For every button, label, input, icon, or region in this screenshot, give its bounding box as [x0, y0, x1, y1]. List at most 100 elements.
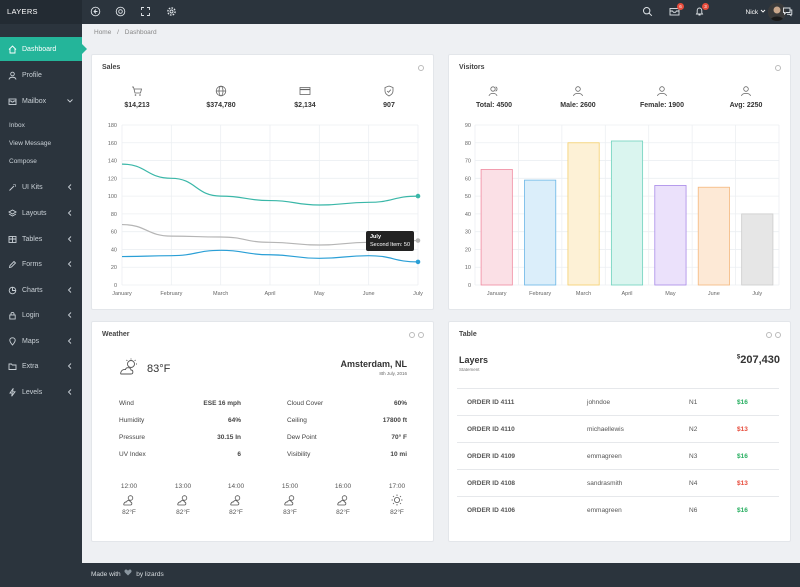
sidebar-item-login[interactable]: Login	[0, 303, 82, 327]
hour-time: 13:00	[174, 483, 192, 490]
y-tick-label: 100	[108, 194, 117, 200]
order-id: ORDER ID 4109	[467, 453, 516, 460]
chevron-left-icon	[66, 209, 74, 217]
y-tick-label: 40	[111, 247, 117, 253]
bar	[741, 213, 774, 286]
lifebuoy-icon[interactable]	[115, 6, 126, 17]
map-pin-icon	[8, 336, 17, 346]
fullscreen-icon[interactable]	[140, 6, 151, 17]
sidebar-item-extra[interactable]: Extra	[0, 354, 82, 378]
y-tick-label: 30	[465, 230, 471, 236]
collapse-icon[interactable]	[766, 332, 772, 338]
submenu-item-compose[interactable]: Compose	[0, 153, 82, 171]
sidebar-item-profile[interactable]: Profile	[0, 63, 82, 87]
hourly-forecast: 12:00 82°F	[114, 483, 144, 516]
submenu-item-inbox[interactable]: Inbox	[0, 117, 82, 135]
back-arrow-icon[interactable]	[90, 6, 101, 17]
sidebar-item-tables[interactable]: Tables	[0, 227, 82, 251]
y-tick-label: 180	[108, 123, 117, 129]
table-row[interactable]: ORDER ID 4110 michaellewis N2 $13	[457, 415, 779, 442]
table-row[interactable]: ORDER ID 4108 sandrasmith N4 $13	[457, 469, 779, 496]
gear-icon[interactable]	[166, 6, 177, 17]
table-row[interactable]: ORDER ID 4111 johndoe N1 $16	[457, 388, 779, 415]
y-tick-label: 80	[465, 141, 471, 147]
weather-detail-row: Pressure 30.15 In	[119, 434, 241, 441]
table-total: $207,430	[737, 354, 780, 366]
table-card: Table Layers Statement $207,430 ORDER ID…	[448, 321, 791, 542]
row-code: N1	[689, 399, 698, 406]
x-tick-label: July	[752, 291, 762, 297]
refresh-icon[interactable]	[775, 332, 781, 338]
breadcrumb-home[interactable]: Home	[94, 29, 111, 36]
x-tick-label: May	[314, 291, 325, 297]
pie-chart-icon	[8, 286, 17, 295]
home-icon	[8, 44, 17, 54]
lightning-icon	[8, 387, 17, 397]
footer-made-with: Made with	[91, 571, 121, 578]
detail-label: Pressure	[119, 434, 146, 441]
y-tick-label: 20	[111, 265, 117, 271]
table-row[interactable]: ORDER ID 4109 emmagreen N3 $16	[457, 442, 779, 469]
breadcrumb-current: Dashboard	[124, 29, 157, 36]
mail-icon[interactable]: 6	[669, 3, 684, 17]
sidebar-item-label: Mailbox	[22, 97, 47, 105]
hour-temp: 82°F	[229, 509, 243, 516]
breadcrumb: Home / Dashboard	[94, 29, 157, 36]
chevron-left-icon	[66, 337, 74, 345]
y-tick-label: 0	[468, 283, 471, 289]
hour-time: 16:00	[334, 483, 352, 490]
detail-value: 6	[237, 451, 241, 458]
detail-label: Humidity	[119, 417, 145, 424]
order-id: ORDER ID 4106	[467, 507, 516, 514]
collapse-icon[interactable]	[409, 332, 415, 338]
user-menu[interactable]: Nick	[746, 8, 766, 16]
row-code: N6	[689, 507, 698, 514]
x-tick-label: January	[487, 291, 507, 297]
bar	[697, 186, 730, 286]
y-tick-label: 10	[465, 265, 471, 271]
brand-logo[interactable]: LAYERS	[0, 0, 82, 24]
sidebar-item-layouts[interactable]: Layouts	[0, 201, 82, 225]
sidebar-item-ui-kits[interactable]: UI Kits	[0, 175, 82, 199]
visitors-card: Visitors Total: 4500 Male: 2600 Female: …	[448, 54, 791, 310]
x-tick-label: June	[708, 291, 720, 297]
sidebar-item-maps[interactable]: Maps	[0, 329, 82, 353]
footer-by: by lizards	[136, 571, 164, 578]
chevron-left-icon	[66, 235, 74, 243]
sidebar-item-levels[interactable]: Levels	[0, 380, 82, 404]
cloudy-sun-icon	[176, 494, 190, 506]
y-tick-label: 20	[465, 247, 471, 253]
weather-detail-row: Ceiling 17800 ft	[287, 417, 407, 424]
sidebar-item-charts[interactable]: Charts	[0, 278, 82, 302]
chevron-left-icon	[66, 260, 74, 268]
bell-icon[interactable]: 3	[694, 3, 709, 17]
submenu-item-view-message[interactable]: View Message	[0, 135, 82, 153]
sidebar-item-forms[interactable]: Forms	[0, 252, 82, 276]
sidebar-item-label: Forms	[22, 260, 42, 268]
sidebar-item-dashboard[interactable]: Dashboard	[0, 37, 87, 61]
sidebar-item-label: Maps	[22, 337, 40, 345]
chat-icon[interactable]	[782, 6, 793, 17]
refresh-icon[interactable]	[418, 332, 424, 338]
sidebar-item-label: Extra	[22, 362, 39, 370]
table-row[interactable]: ORDER ID 4106 emmagreen N6 $16	[457, 496, 779, 523]
username: emmagreen	[587, 507, 622, 514]
x-tick-label: April	[264, 291, 275, 297]
current-temperature: 83°F	[147, 363, 171, 375]
magic-wand-icon	[8, 183, 17, 192]
search-icon[interactable]	[642, 6, 653, 17]
bar	[480, 169, 513, 286]
x-tick-label: February	[529, 291, 551, 297]
sidebar-item-mailbox[interactable]: Mailbox	[0, 89, 82, 113]
chevron-down-icon	[760, 9, 766, 13]
pencil-icon	[8, 260, 17, 269]
hour-temp: 82°F	[176, 509, 190, 516]
user-icon	[8, 71, 17, 80]
amount: $16	[737, 399, 748, 406]
visitors-bar-chart: 0 10 20 30 40 50 60 70 80 90 January February March A…	[465, 123, 780, 297]
chevron-left-icon	[66, 286, 74, 294]
hourly-forecast: 17:00 82°F	[382, 483, 412, 516]
hour-temp: 82°F	[336, 509, 350, 516]
weather-card: Weather 83°F Amsterdam, NL 8th July, 201…	[91, 321, 434, 542]
x-tick-label: July	[413, 291, 423, 297]
